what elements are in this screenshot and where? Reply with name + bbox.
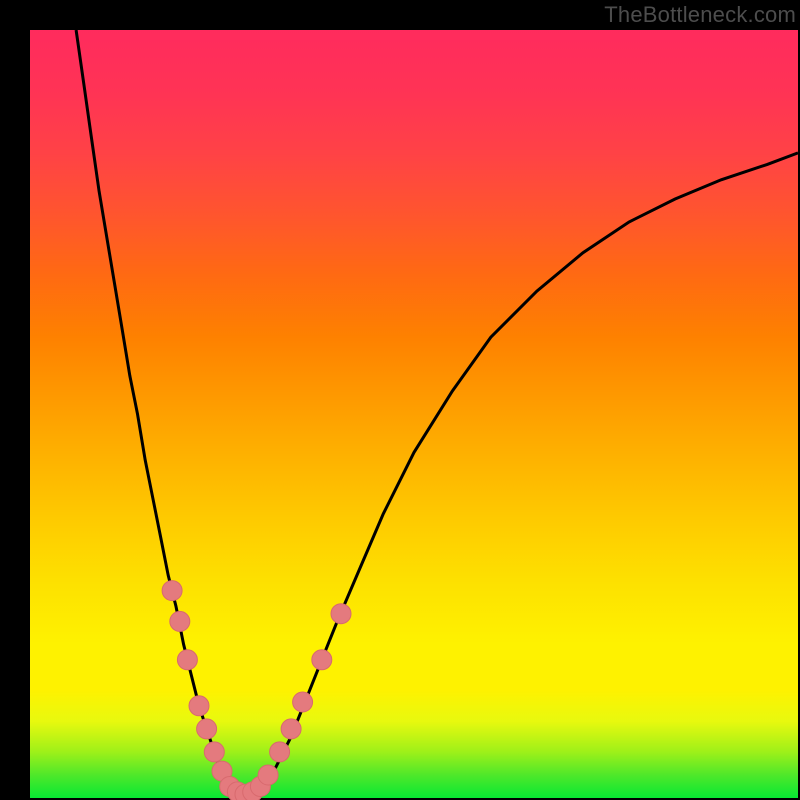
- data-marker: [281, 719, 301, 739]
- watermark-label: TheBottleneck.com: [604, 2, 796, 28]
- data-marker: [189, 696, 209, 716]
- plot-area: [30, 30, 798, 798]
- data-marker: [331, 604, 351, 624]
- data-marker: [270, 742, 290, 762]
- bottleneck-curve: [30, 30, 798, 798]
- data-marker: [177, 650, 197, 670]
- data-marker: [170, 611, 190, 631]
- data-marker: [258, 765, 278, 785]
- data-marker: [197, 719, 217, 739]
- data-marker: [204, 742, 224, 762]
- marker-cluster: [162, 581, 351, 800]
- data-marker: [162, 581, 182, 601]
- data-marker: [293, 692, 313, 712]
- v-curve-path: [76, 30, 798, 796]
- data-marker: [312, 650, 332, 670]
- chart-frame: TheBottleneck.com: [0, 0, 800, 800]
